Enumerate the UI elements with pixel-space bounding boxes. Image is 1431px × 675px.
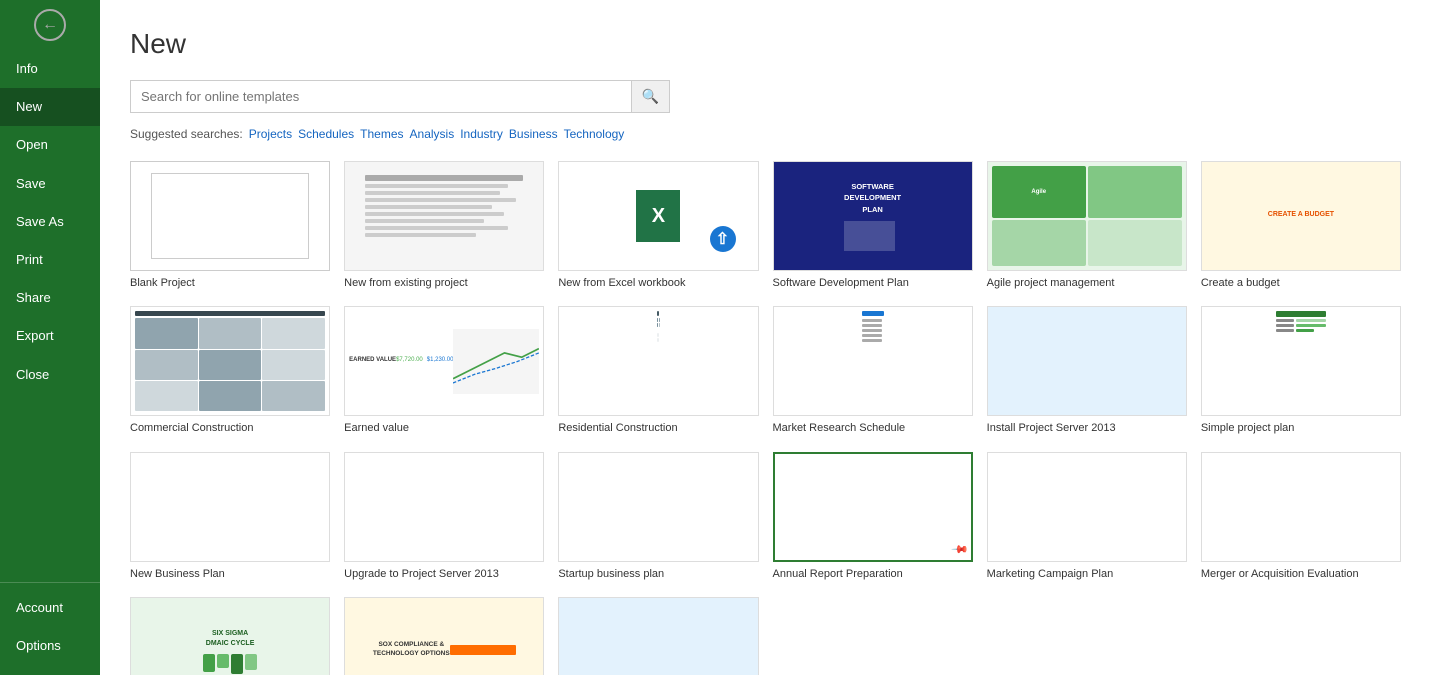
template-merger-name: Merger or Acquisition Evaluation xyxy=(1201,567,1401,581)
template-annual-report-thumb: 📌 xyxy=(773,452,973,562)
template-install-project[interactable]: Install Project Server 2013 xyxy=(987,306,1187,435)
template-install-project-name: Install Project Server 2013 xyxy=(987,421,1187,435)
template-simple-name: Simple project plan xyxy=(1201,421,1401,435)
search-button[interactable]: 🔍 xyxy=(631,81,669,112)
template-customer[interactable]: Customer Service xyxy=(558,597,758,675)
page-title: New xyxy=(130,28,1401,60)
template-excel-name: New from Excel workbook xyxy=(558,276,758,290)
template-market-name: Market Research Schedule xyxy=(773,421,973,435)
template-upgrade[interactable]: Upgrade to Project Server 2013 xyxy=(344,452,544,581)
template-residential-name: Residential Construction xyxy=(558,421,758,435)
template-business-thumb xyxy=(130,452,330,562)
template-market-thumb xyxy=(773,306,973,416)
templates-grid: Blank Project New from existing project xyxy=(130,161,1401,675)
template-earned-thumb: EARNED VALUE $7,720.00 $1,230.00 xyxy=(344,306,544,416)
template-agile[interactable]: Agile Agile project management xyxy=(987,161,1187,290)
template-commercial[interactable]: Commercial Construction xyxy=(130,306,330,435)
template-software-dev-thumb: SOFTWAREDEVELOPMENTPLAN xyxy=(773,161,973,271)
template-commercial-thumb xyxy=(130,306,330,416)
template-annual-report-name: Annual Report Preparation xyxy=(773,567,973,581)
template-startup[interactable]: Startup business plan xyxy=(558,452,758,581)
template-merger[interactable]: Merger or Acquisition Evaluation xyxy=(1201,452,1401,581)
template-startup-thumb xyxy=(558,452,758,562)
sidebar-item-save[interactable]: Save xyxy=(0,165,100,203)
sidebar-item-export[interactable]: Export xyxy=(0,317,100,355)
sidebar-bottom: Account Options xyxy=(0,589,100,675)
template-marketing-thumb xyxy=(987,452,1187,562)
template-residential[interactable]: Residential Construction xyxy=(558,306,758,435)
sidebar-item-info[interactable]: Info xyxy=(0,50,100,88)
template-sox[interactable]: SOX COMPLIANCE &TECHNOLOGY OPTIONS SOX C… xyxy=(344,597,544,675)
sidebar-item-close[interactable]: Close xyxy=(0,356,100,394)
suggested-projects[interactable]: Projects xyxy=(249,127,292,141)
suggested-analysis[interactable]: Analysis xyxy=(410,127,455,141)
sidebar-nav: Info New Open Save Save As Print Share E… xyxy=(0,50,100,576)
template-upgrade-name: Upgrade to Project Server 2013 xyxy=(344,567,544,581)
template-new-existing-name: New from existing project xyxy=(344,276,544,290)
template-budget[interactable]: CREATE A BUDGET Create a budget xyxy=(1201,161,1401,290)
template-budget-name: Create a budget xyxy=(1201,276,1401,290)
sidebar-item-save-as[interactable]: Save As xyxy=(0,203,100,241)
template-marketing-name: Marketing Campaign Plan xyxy=(987,567,1187,581)
template-blank-project[interactable]: Blank Project xyxy=(130,161,330,290)
template-excel-thumb: X ⇧ xyxy=(558,161,758,271)
template-upgrade-thumb xyxy=(344,452,544,562)
template-agile-thumb: Agile xyxy=(987,161,1187,271)
suggested-schedules[interactable]: Schedules xyxy=(298,127,354,141)
template-customer-thumb xyxy=(558,597,758,675)
template-six-sigma-thumb: SIX SIGMA DMAIC CYCLE xyxy=(130,597,330,675)
template-earned[interactable]: EARNED VALUE $7,720.00 $1,230.00 Earned … xyxy=(344,306,544,435)
sidebar-item-account[interactable]: Account xyxy=(0,589,100,627)
template-agile-name: Agile project management xyxy=(987,276,1187,290)
suggested-themes[interactable]: Themes xyxy=(360,127,403,141)
template-annual-report[interactable]: 📌 Annual Report Preparation xyxy=(773,452,973,581)
template-software-dev[interactable]: SOFTWAREDEVELOPMENTPLAN Software Develop… xyxy=(773,161,973,290)
sidebar-item-print[interactable]: Print xyxy=(0,241,100,279)
back-circle-icon: ← xyxy=(34,9,66,41)
template-startup-name: Startup business plan xyxy=(558,567,758,581)
template-new-existing-thumb xyxy=(344,161,544,271)
template-merger-thumb xyxy=(1201,452,1401,562)
back-button[interactable]: ← xyxy=(0,0,100,50)
suggested-label: Suggested searches: xyxy=(130,127,243,141)
search-bar: 🔍 xyxy=(130,80,670,113)
template-earned-name: Earned value xyxy=(344,421,544,435)
suggested-business[interactable]: Business xyxy=(509,127,558,141)
sidebar-item-options[interactable]: Options xyxy=(0,627,100,665)
template-business[interactable]: New Business Plan xyxy=(130,452,330,581)
template-sox-thumb: SOX COMPLIANCE &TECHNOLOGY OPTIONS xyxy=(344,597,544,675)
template-residential-thumb xyxy=(558,306,758,416)
main-content: New 🔍 Suggested searches: Projects Sched… xyxy=(100,0,1431,675)
template-new-existing[interactable]: New from existing project xyxy=(344,161,544,290)
template-budget-thumb: CREATE A BUDGET xyxy=(1201,161,1401,271)
template-commercial-name: Commercial Construction xyxy=(130,421,330,435)
sidebar: ← Info New Open Save Save As Print Share… xyxy=(0,0,100,675)
template-market[interactable]: Market Research Schedule xyxy=(773,306,973,435)
template-simple[interactable]: Simple project plan xyxy=(1201,306,1401,435)
suggested-industry[interactable]: Industry xyxy=(460,127,503,141)
search-input[interactable] xyxy=(131,82,631,111)
sidebar-item-new[interactable]: New xyxy=(0,88,100,126)
template-excel[interactable]: X ⇧ New from Excel workbook xyxy=(558,161,758,290)
template-blank-thumb xyxy=(130,161,330,271)
sidebar-item-open[interactable]: Open xyxy=(0,126,100,164)
pin-icon: 📌 xyxy=(950,540,969,559)
template-marketing[interactable]: Marketing Campaign Plan xyxy=(987,452,1187,581)
sidebar-item-share[interactable]: Share xyxy=(0,279,100,317)
template-install-project-thumb xyxy=(987,306,1187,416)
template-simple-thumb xyxy=(1201,306,1401,416)
suggested-technology[interactable]: Technology xyxy=(564,127,625,141)
template-business-name: New Business Plan xyxy=(130,567,330,581)
template-blank-name: Blank Project xyxy=(130,276,330,290)
suggested-searches: Suggested searches: Projects Schedules T… xyxy=(130,127,1401,141)
template-software-dev-name: Software Development Plan xyxy=(773,276,973,290)
template-six-sigma[interactable]: SIX SIGMA DMAIC CYCLE Six Sigma DMAIC Cy… xyxy=(130,597,330,675)
